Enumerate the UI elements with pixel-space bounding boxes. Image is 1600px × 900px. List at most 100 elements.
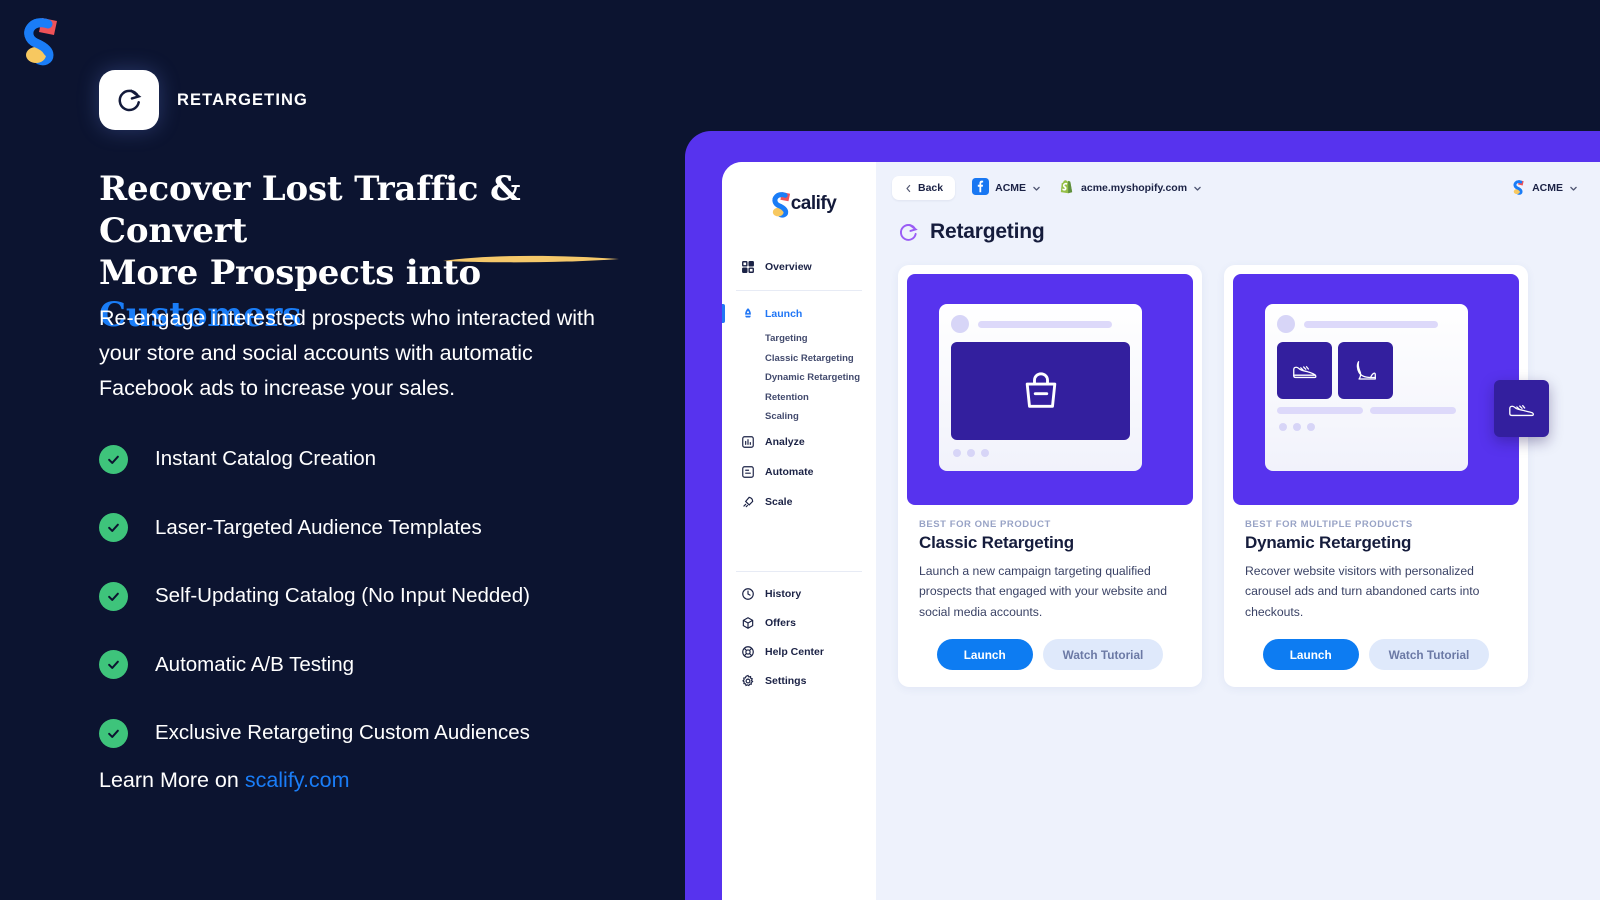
learn-more-prefix: Learn More on xyxy=(99,768,245,792)
sidebar-subitem-label: Retention xyxy=(765,391,809,403)
watch-tutorial-button[interactable]: Watch Tutorial xyxy=(1042,639,1164,671)
feature-label: Instant Catalog Creation xyxy=(155,447,377,471)
sidebar-item-label: Help Center xyxy=(765,646,824,658)
sidebar-subitem-retention[interactable]: Retention xyxy=(722,388,876,408)
sidebar-subitem-dynamic-retargeting[interactable]: Dynamic Retargeting xyxy=(722,368,876,388)
check-circle-icon xyxy=(99,581,128,611)
sidebar-item-label: Overview xyxy=(765,261,812,273)
sidebar-subitem-scaling[interactable]: Scaling xyxy=(722,407,876,427)
chevron-down-icon xyxy=(1194,186,1201,191)
sidebar-divider-footer xyxy=(736,570,862,572)
rocket-icon xyxy=(740,307,755,322)
sidebar-item-offers[interactable]: Offers xyxy=(722,609,876,638)
sidebar-item-analyze[interactable]: Analyze xyxy=(722,427,876,457)
sidebar-item-label: Automate xyxy=(765,465,814,478)
sidebar-divider xyxy=(736,290,862,291)
retargeting-badge: RETARGETING xyxy=(99,70,308,130)
shopify-bag-icon xyxy=(1058,178,1075,198)
user-account-selector[interactable]: ACME xyxy=(1512,179,1578,198)
card-eyebrow: BEST FOR MULTIPLE PRODUCTS xyxy=(1245,519,1413,530)
high-heel-icon xyxy=(1356,360,1376,380)
bar-chart-icon xyxy=(740,434,755,449)
promo-subtitle: Re-engage interested prospects who inter… xyxy=(99,306,595,400)
back-button[interactable]: Back xyxy=(892,176,956,200)
scalify-logo-icon xyxy=(20,14,64,66)
post-reaction-dots xyxy=(939,440,1142,457)
retarget-refresh-icon xyxy=(99,70,159,130)
dress-shoe-icon xyxy=(1508,405,1534,417)
scalify-logo-icon xyxy=(1512,179,1526,198)
product-carousel xyxy=(1277,342,1468,399)
scale-rocket-icon xyxy=(740,494,755,509)
feature-item: Instant Catalog Creation xyxy=(99,425,659,494)
card-actions: Launch Watch Tutorial xyxy=(919,639,1181,671)
clock-icon xyxy=(740,587,755,602)
promo-panel: RETARGETING Recover Lost Traffic & Conve… xyxy=(0,0,700,900)
watch-tutorial-button[interactable]: Watch Tutorial xyxy=(1368,639,1490,671)
card-description: Recover website visitors with personaliz… xyxy=(1245,564,1480,619)
carousel-tile-sneaker xyxy=(1277,342,1332,399)
sidebar-subitem-classic-retargeting[interactable]: Classic Retargeting xyxy=(722,349,876,369)
check-circle-icon xyxy=(99,513,128,543)
chevron-down-icon xyxy=(1033,186,1040,191)
sidebar-item-label: History xyxy=(765,588,802,600)
sidebar-subitem-targeting[interactable]: Targeting xyxy=(722,329,876,349)
post-media xyxy=(951,342,1130,440)
card-description: Launch a new campaign targeting qualifie… xyxy=(919,564,1167,619)
sidebar-item-label: Scale xyxy=(765,495,793,508)
shopping-bag-icon xyxy=(1025,372,1056,408)
sidebar-item-label: Settings xyxy=(765,675,807,687)
post-header xyxy=(939,304,1142,333)
facebook-account-selector[interactable]: ACME xyxy=(972,178,1041,198)
user-account-label: ACME xyxy=(1532,182,1563,194)
carousel-tile-heel xyxy=(1338,342,1393,399)
badge-label: RETARGETING xyxy=(177,90,308,109)
sidebar-logo-text: calify xyxy=(790,193,837,214)
sidebar-item-label: Launch xyxy=(765,308,803,320)
post-title-placeholder xyxy=(978,320,1112,328)
sidebar-subitem-label: Dynamic Retargeting xyxy=(765,372,861,384)
back-button-label: Back xyxy=(918,182,944,194)
feature-label: Exclusive Retargeting Custom Audiences xyxy=(155,721,530,745)
launch-button[interactable]: Launch xyxy=(936,639,1033,671)
sidebar-item-settings[interactable]: Settings xyxy=(722,667,876,696)
post-mockup xyxy=(939,304,1142,471)
shopify-store-selector[interactable]: acme.myshopify.com xyxy=(1058,178,1202,198)
facebook-account-label: ACME xyxy=(995,182,1027,194)
card-dynamic-retargeting[interactable]: BEST FOR MULTIPLE PRODUCTS Dynamic Retar… xyxy=(1224,265,1549,688)
retarget-refresh-icon xyxy=(899,223,918,241)
card-classic-retargeting[interactable]: BEST FOR ONE PRODUCT Classic Retargeting… xyxy=(898,265,1202,688)
sidebar-item-scale[interactable]: Scale xyxy=(722,487,876,517)
feature-item: Automatic A/B Testing xyxy=(99,631,659,700)
chevron-down-icon xyxy=(1570,186,1577,191)
card-actions: Launch Watch Tutorial xyxy=(1245,639,1507,671)
box-icon xyxy=(740,616,755,631)
sidebar-footer-nav: History Offers Help Center Settings xyxy=(722,580,876,696)
check-circle-icon xyxy=(99,718,128,748)
sidebar-item-overview[interactable]: Overview xyxy=(722,252,876,282)
card-title: Dynamic Retargeting xyxy=(1245,533,1412,552)
sidebar-item-help-center[interactable]: Help Center xyxy=(722,638,876,667)
headline-line-2-plain: More Prospects into xyxy=(99,253,482,294)
card-body: BEST FOR MULTIPLE PRODUCTS Dynamic Retar… xyxy=(1233,505,1519,687)
sidebar-subitem-label: Scaling xyxy=(765,411,799,423)
sidebar-item-launch[interactable]: Launch xyxy=(722,299,876,329)
sidebar-item-history[interactable]: History xyxy=(722,580,876,609)
check-circle-icon xyxy=(99,444,128,474)
card-title: Classic Retargeting xyxy=(919,533,1074,552)
scalify-website-link[interactable]: scalify.com xyxy=(245,768,350,792)
carousel-captions xyxy=(1265,399,1468,414)
launch-button[interactable]: Launch xyxy=(1262,639,1359,671)
headline-underline-stroke xyxy=(443,255,619,263)
headline-line-1: Recover Lost Traffic & Convert xyxy=(99,169,521,252)
card-eyebrow: BEST FOR ONE PRODUCT xyxy=(919,519,1051,530)
facebook-icon xyxy=(972,178,990,198)
lifebuoy-icon xyxy=(740,645,755,660)
page-title: Retargeting xyxy=(930,220,1045,243)
post-header xyxy=(1265,304,1468,333)
sidebar-subitem-label: Targeting xyxy=(765,333,808,345)
sidebar-item-automate[interactable]: Automate xyxy=(722,457,876,487)
post-reaction-dots xyxy=(1265,414,1468,431)
sidebar-logo: calify xyxy=(722,190,876,218)
sneaker-icon xyxy=(1292,366,1316,379)
